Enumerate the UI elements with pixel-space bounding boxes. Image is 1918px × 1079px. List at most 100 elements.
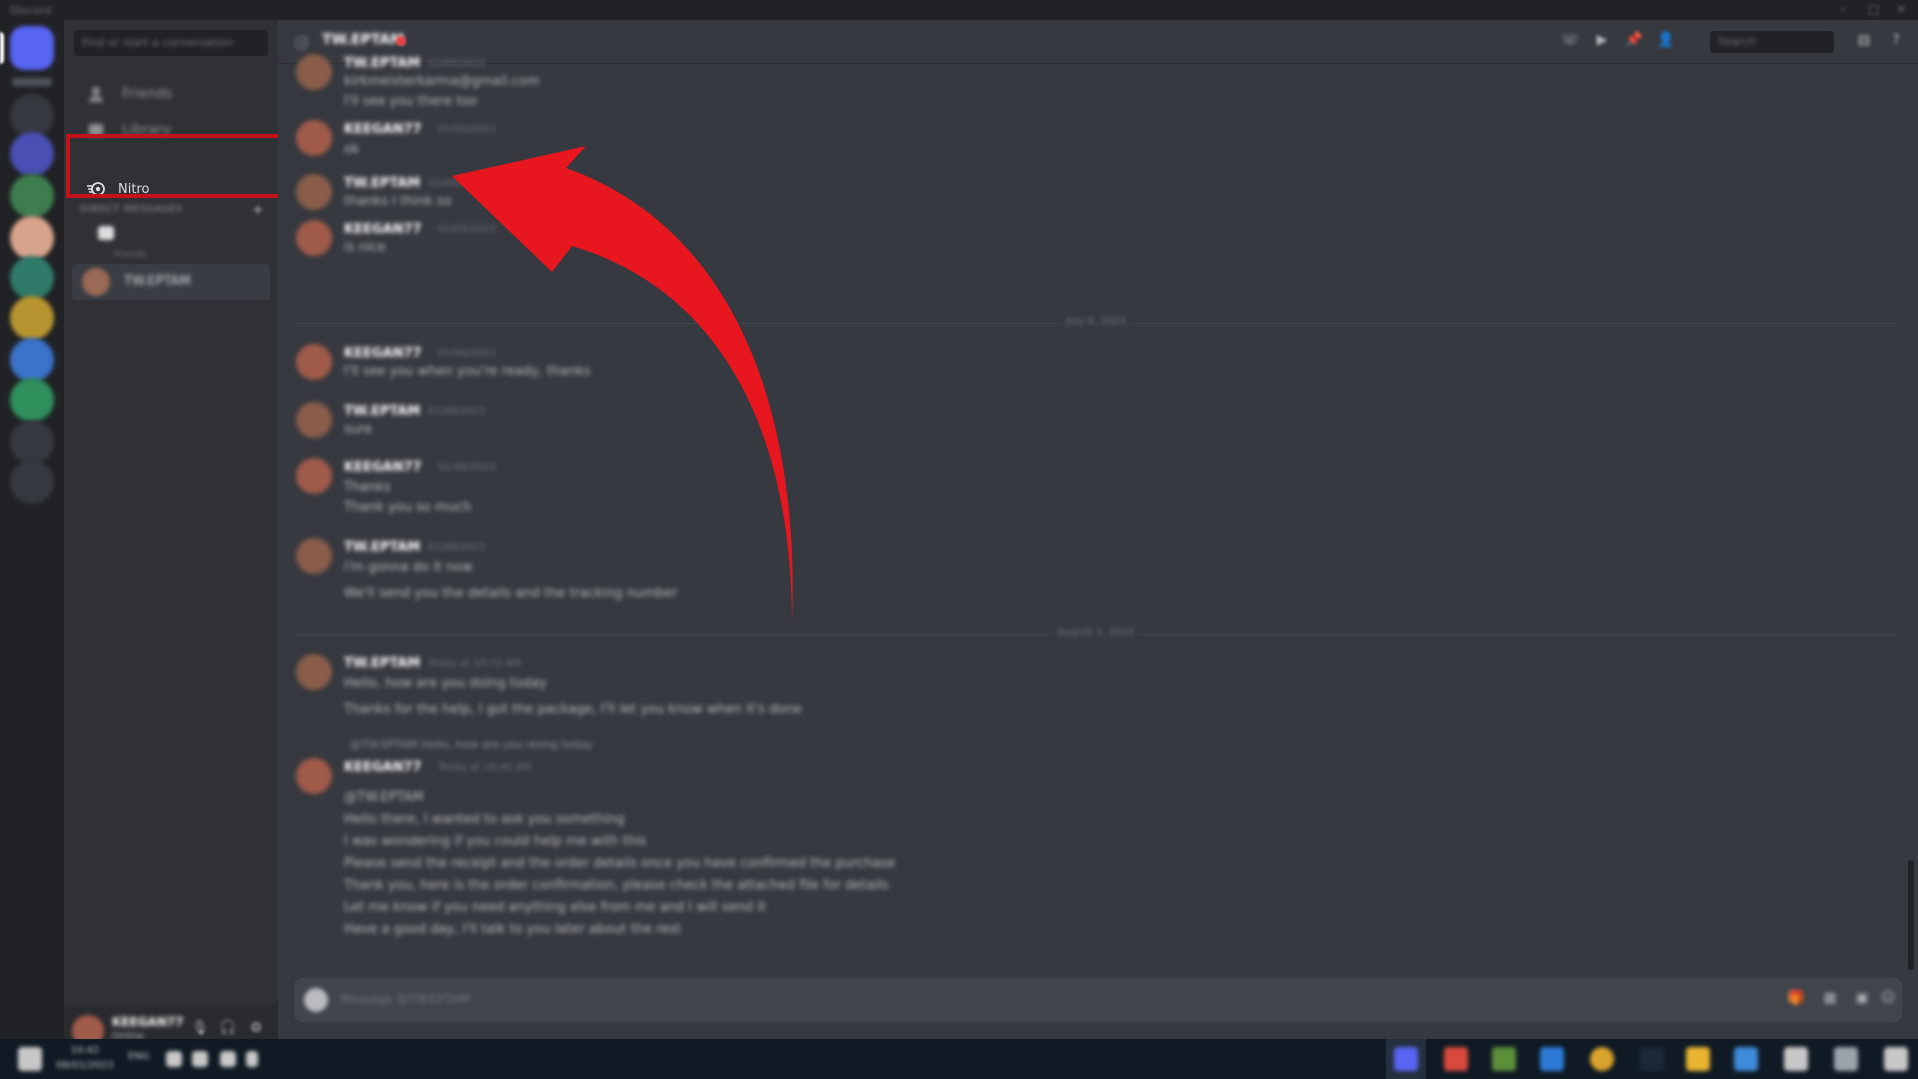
video-call-icon[interactable]: ▶ <box>1592 32 1612 52</box>
settings-gear-icon[interactable]: ⚙ <box>246 1020 266 1040</box>
home-button[interactable] <box>10 26 54 70</box>
username: KEEGAN77 <box>112 1015 184 1029</box>
dm-placeholder-label: Friends <box>114 250 147 260</box>
message-author[interactable]: TW.EPTAM <box>344 176 420 191</box>
edge-app-icon[interactable] <box>1540 1047 1564 1071</box>
chat-area: @ TW.EPTAM ☏ ▶ 📌 👤 Search ▤ ? TW.EPTAM 0… <box>278 20 1918 1039</box>
message-avatar[interactable] <box>296 344 332 380</box>
sticker-icon[interactable]: ▣ <box>1852 990 1872 1010</box>
taskbar: 10:42 08/01/2023 ENG <box>0 1039 1918 1079</box>
chevron-up-icon[interactable] <box>246 1051 258 1067</box>
server-icon-1[interactable] <box>10 132 54 176</box>
notification-icon[interactable] <box>1884 1047 1908 1071</box>
chat-app-icon[interactable] <box>1784 1047 1808 1071</box>
message-time: 01/05/2023 <box>438 224 496 235</box>
message-time: Today at 10:40 AM <box>438 762 531 773</box>
nav-item-friends[interactable]: Friends <box>72 74 270 114</box>
date-divider: July 6, 2023 <box>296 316 1896 327</box>
message-author[interactable]: KEEGAN77 <box>344 760 422 775</box>
pin-icon[interactable]: 📌 <box>1624 32 1644 52</box>
date-divider: August 1, 2023 <box>296 627 1896 638</box>
discord-app-icon[interactable] <box>1394 1047 1418 1071</box>
message-text: kirkmeisterkarma@gmail.com <box>344 74 540 89</box>
headphones-icon[interactable]: 🎧 <box>218 1020 238 1040</box>
steam-app-icon[interactable] <box>1640 1047 1664 1071</box>
maximize-icon[interactable]: □ <box>1868 2 1882 16</box>
friends-icon <box>84 82 108 106</box>
message-author[interactable]: KEEGAN77 <box>344 346 422 361</box>
dm-name: TW.EPTAM <box>124 274 191 289</box>
volume-icon[interactable] <box>220 1051 236 1067</box>
at-icon: @ <box>294 32 310 51</box>
inbox-icon[interactable]: ▤ <box>1854 32 1874 52</box>
message-text: I'll see you when you're ready, thanks <box>344 364 591 379</box>
gif-icon[interactable]: ▦ <box>1820 990 1840 1010</box>
wifi-icon[interactable] <box>192 1051 208 1067</box>
server-icon-2[interactable] <box>10 174 54 218</box>
explorer-app-icon[interactable] <box>1686 1047 1710 1071</box>
message-composer[interactable]: Message @TW.EPTAM 🎁 ▦ ▣ ☺ <box>294 978 1902 1022</box>
message-avatar[interactable] <box>296 402 332 438</box>
voice-call-icon[interactable]: ☏ <box>1560 32 1580 52</box>
message-text: ok <box>344 142 360 157</box>
chrome-app-icon[interactable] <box>1590 1047 1614 1071</box>
add-server-button[interactable] <box>10 420 54 464</box>
message-text: Hello there, I wanted to ask you somethi… <box>344 812 625 827</box>
minecraft-app-icon[interactable] <box>1492 1047 1516 1071</box>
dm-item[interactable]: TW.EPTAM <box>72 264 270 300</box>
message-avatar[interactable] <box>296 654 332 690</box>
server-icon-7[interactable] <box>10 378 54 422</box>
message-text: sure <box>344 422 373 437</box>
message-text: Thank you so much <box>344 500 472 515</box>
scrollbar[interactable] <box>1908 860 1914 970</box>
attach-plus-icon[interactable] <box>304 988 328 1012</box>
create-dm-icon[interactable]: + <box>252 202 264 218</box>
server-icon-5[interactable] <box>10 296 54 340</box>
message-author[interactable]: TW.EPTAM <box>344 56 420 71</box>
message-author[interactable]: TW.EPTAM <box>344 404 420 419</box>
message-avatar[interactable] <box>296 758 332 794</box>
store-app-icon[interactable] <box>1734 1047 1758 1071</box>
find-conversation-input[interactable]: Find or start a conversation <box>74 30 268 56</box>
message-text: Thank you, here is the order confirmatio… <box>344 878 889 893</box>
window-title: Discord <box>10 4 52 17</box>
start-menu-icon[interactable] <box>18 1047 42 1071</box>
server-icon-3[interactable] <box>10 216 54 260</box>
message-text: Hello, how are you doing today <box>344 676 547 691</box>
message-avatar[interactable] <box>296 538 332 574</box>
message-text: I'll see you there too <box>344 94 478 109</box>
calendar-app-icon[interactable] <box>1444 1047 1468 1071</box>
message-avatar[interactable] <box>296 174 332 210</box>
message-author[interactable]: KEEGAN77 <box>344 222 422 237</box>
gift-icon[interactable]: 🎁 <box>1786 990 1806 1010</box>
help-icon[interactable]: ? <box>1886 32 1906 52</box>
server-icon-4[interactable] <box>10 256 54 300</box>
message-author[interactable]: KEEGAN77 <box>344 122 422 137</box>
language-indicator[interactable]: ENG <box>128 1051 150 1062</box>
tool-app-icon[interactable] <box>1834 1047 1858 1071</box>
pen-icon[interactable] <box>166 1051 182 1067</box>
composer-placeholder: Message @TW.EPTAM <box>340 992 470 1006</box>
message-author[interactable]: TW.EPTAM <box>344 656 420 671</box>
message-avatar[interactable] <box>296 120 332 156</box>
message-text: thanks I think so <box>344 194 452 209</box>
message-avatar[interactable] <box>296 458 332 494</box>
minimize-icon[interactable]: – <box>1840 2 1854 16</box>
message-avatar[interactable] <box>296 220 332 256</box>
reply-reference[interactable]: @TW.EPTAM Hello, how are you doing today <box>350 738 592 751</box>
channel-name: TW.EPTAM <box>322 32 405 48</box>
server-icon-6[interactable] <box>10 338 54 382</box>
close-icon[interactable]: × <box>1896 2 1910 16</box>
emoji-icon[interactable]: ☺ <box>1878 990 1898 1010</box>
message-avatar[interactable] <box>296 54 332 90</box>
mute-icon[interactable]: 🎙 <box>190 1020 210 1040</box>
search-input[interactable]: Search <box>1710 31 1834 53</box>
message-time: 01/05/2023 <box>428 58 486 69</box>
window-controls: – □ × <box>1840 2 1910 16</box>
message-author[interactable]: KEEGAN77 <box>344 460 422 475</box>
message-time: 01/06/2023 <box>428 406 486 417</box>
add-friend-icon[interactable]: 👤 <box>1656 32 1676 52</box>
explore-servers-button[interactable] <box>10 460 54 504</box>
message-text: Let me know if you need anything else fr… <box>344 900 766 915</box>
message-author[interactable]: TW.EPTAM <box>344 540 420 555</box>
